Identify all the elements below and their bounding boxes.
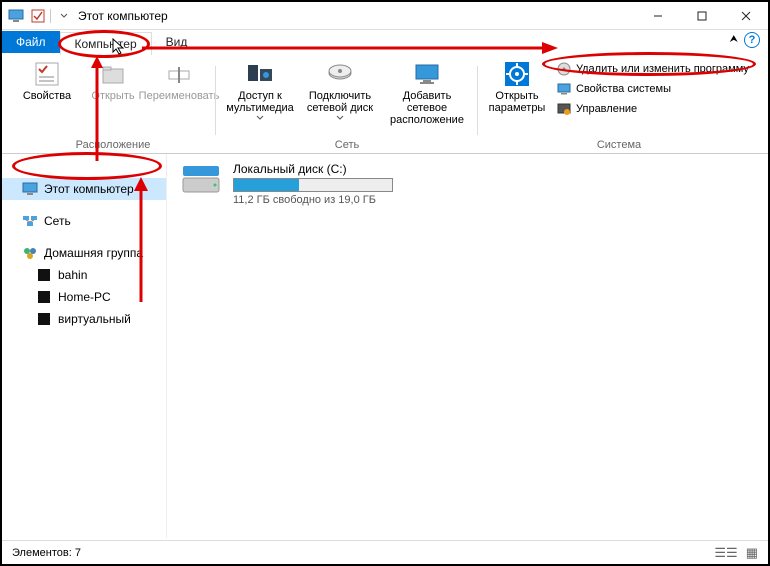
quick-access-toolbar [2,6,70,26]
tree-user-label: виртуальный [58,312,131,326]
content-area: - Этот компьютер Сеть Домашняя группа ba… [2,154,768,538]
rename-label: Переименовать [139,90,220,102]
tab-file[interactable]: Файл [2,31,60,53]
rename-icon [165,60,193,88]
add-net-location-button[interactable]: Добавить сетевое расположение [382,58,472,139]
cursor-icon [112,38,126,56]
statusbar: Элементов: 7 ☰☰ ▦ [2,540,768,564]
tab-view[interactable]: Вид [152,31,202,53]
tree-user-label: bahin [58,268,87,282]
tiles-view-icon[interactable]: ▦ [746,545,758,561]
group-location-label: Расположение [76,139,151,153]
tree-this-pc-label: Этот компьютер [44,182,134,196]
drive-free-text: 11,2 ГБ свободно из 19,0 ГБ [233,194,393,206]
system-props-label: Свойства системы [576,83,671,95]
tree-homegroup-label: Домашняя группа [44,246,143,260]
monitor-icon [413,60,441,88]
titlebar: Этот компьютер [2,2,768,30]
checklist-icon [33,60,61,88]
media-icon [246,60,274,88]
square-icon [36,311,52,327]
details-view-icon[interactable]: ☰☰ [714,545,737,561]
drive-icon [326,60,354,88]
group-system-label: Система [597,139,641,153]
uninstall-change-button[interactable]: Удалить или изменить программу [554,60,754,78]
tree-item-user[interactable]: виртуальный [2,308,166,330]
minimize-ribbon-icon[interactable]: ⮝ [730,34,739,45]
properties-label: Свойства [23,90,71,102]
minimize-button[interactable] [636,2,680,30]
sidebar: - Этот компьютер Сеть Домашняя группа ba… [2,154,167,538]
drive-capacity-bar [233,178,393,192]
uninstall-change-label: Удалить или изменить программу [576,63,749,75]
open-settings-button[interactable]: Открыть параметры [484,58,550,139]
ribbon-group-network: Доступ к мультимедиа Подключить сетевой … [216,58,478,153]
media-access-button[interactable]: Доступ к мультимедиа [222,58,298,139]
open-icon [99,60,127,88]
drive-name: Локальный диск (C:) [233,162,393,176]
view-mode-icons: ☰☰ ▦ [714,545,758,561]
square-icon [36,267,52,283]
manage-icon [556,101,572,117]
ribbon: Свойства Открыть Переименовать Расположе… [2,54,768,154]
map-drive-button[interactable]: Подключить сетевой диск [302,58,378,139]
map-drive-label: Подключить сетевой диск [306,90,374,114]
qat-separator [50,9,56,23]
window-controls [636,2,768,30]
tree-item-network[interactable]: Сеть [2,210,166,232]
pc-tree-icon [22,181,38,197]
window-title: Этот компьютер [78,9,636,23]
drive-item[interactable]: Локальный диск (C:) 11,2 ГБ свободно из … [179,162,756,206]
network-icon [22,213,38,229]
settings-icon [503,60,531,88]
status-items-count: Элементов: 7 [12,547,81,559]
tree-item-user[interactable]: bahin [2,264,166,286]
tree-user-label: Home-PC [58,290,111,304]
close-button[interactable] [724,2,768,30]
maximize-button[interactable] [680,2,724,30]
properties-button[interactable]: Свойства [16,58,78,139]
media-access-label: Доступ к мультимедиа [226,90,294,114]
disc-icon [556,61,572,77]
main-panel[interactable]: Локальный диск (C:) 11,2 ГБ свободно из … [167,154,768,538]
tree-item-homegroup[interactable]: Домашняя группа [2,242,166,264]
tree-network-label: Сеть [44,214,71,228]
square-icon [36,289,52,305]
tree-item-this-pc[interactable]: Этот компьютер [2,178,166,200]
properties-icon[interactable] [28,6,48,26]
homegroup-icon [22,245,38,261]
ribbon-group-location: Свойства Открыть Переименовать Расположе… [10,58,216,153]
ribbon-group-system: Открыть параметры Удалить или изменить п… [478,58,760,153]
group-network-label: Сеть [335,139,359,153]
open-settings-label: Открыть параметры [488,90,546,114]
pc-icon[interactable] [6,6,26,26]
qat-dropdown-icon[interactable] [58,6,70,26]
tree-item-user[interactable]: Home-PC [2,286,166,308]
drive-info: Локальный диск (C:) 11,2 ГБ свободно из … [233,162,393,206]
rename-button: Переименовать [148,58,210,139]
drive-capacity-fill [234,179,299,191]
help-icon[interactable]: ? [744,32,760,48]
pc-small-icon [556,81,572,97]
open-label: Открыть [91,90,134,102]
hdd-icon [179,162,223,198]
add-net-location-label: Добавить сетевое расположение [386,90,468,126]
tab-computer[interactable]: Компьютер [60,32,152,55]
manage-button[interactable]: Управление [554,100,754,118]
system-props-button[interactable]: Свойства системы [554,80,754,98]
manage-label: Управление [576,103,637,115]
open-button: Открыть [82,58,144,139]
